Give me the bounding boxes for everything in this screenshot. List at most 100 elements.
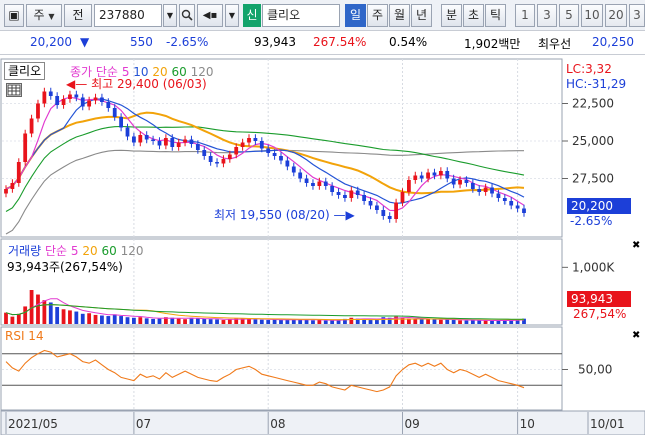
search-icon[interactable] xyxy=(179,4,195,27)
candle-body xyxy=(151,139,155,141)
window-menu-icon[interactable]: ▣ xyxy=(4,4,24,27)
volume-bar xyxy=(157,318,162,324)
volume-bar xyxy=(426,318,430,324)
prev-button[interactable]: 전 xyxy=(64,4,92,27)
stock-code-input[interactable]: 237880 xyxy=(94,4,162,27)
time-axis-label: 10/01 xyxy=(590,417,625,431)
volume-bar xyxy=(68,310,72,324)
candle-body xyxy=(509,201,514,206)
candle-body xyxy=(144,135,149,140)
period-select[interactable]: 주 ▼ xyxy=(26,4,62,27)
tab-month[interactable]: 월 xyxy=(389,4,410,27)
rsi-close-icon[interactable]: ✖ xyxy=(632,330,640,341)
price-axis-label: 27,500 xyxy=(572,172,614,186)
volume-bar xyxy=(100,315,104,324)
low-note: 최저 19,550 (08/20) xyxy=(214,208,330,222)
volume-bar xyxy=(311,320,315,324)
volume-bar xyxy=(445,319,450,324)
volume-bar xyxy=(458,320,462,324)
candle-body xyxy=(515,205,520,209)
volume-bar xyxy=(438,319,443,324)
candle-body xyxy=(317,181,322,186)
candle-body xyxy=(183,139,187,143)
tab-year[interactable]: 년 xyxy=(411,4,432,27)
volume-bar xyxy=(496,320,501,324)
price-change-pct: -2.65% xyxy=(166,35,209,49)
candle-body xyxy=(227,154,232,159)
volume-bar xyxy=(490,320,494,324)
interval-5[interactable]: 5 xyxy=(559,4,579,27)
tab-second[interactable]: 초 xyxy=(463,4,484,27)
volume-bar xyxy=(266,320,271,324)
tab-minute[interactable]: 분 xyxy=(441,4,462,27)
volume-bar xyxy=(48,302,53,324)
candle-body xyxy=(426,172,430,179)
candle-body xyxy=(202,150,207,156)
volume-bar xyxy=(247,318,251,324)
candle-body xyxy=(477,189,482,192)
candle-body xyxy=(55,96,60,105)
volume-bar xyxy=(464,320,469,324)
volume-bar xyxy=(10,316,15,324)
stock-name-box[interactable]: 클리오 xyxy=(4,62,46,80)
volume-bar xyxy=(176,318,181,324)
volume-bar xyxy=(74,311,79,324)
volume-bar xyxy=(362,319,367,324)
interval-20[interactable]: 20 xyxy=(605,4,627,27)
last-volume-pct: 267,54% xyxy=(573,307,627,321)
volume-bar xyxy=(432,319,437,324)
candle-body xyxy=(247,138,251,143)
tab-tick[interactable]: 틱 xyxy=(485,4,506,27)
candle-body xyxy=(189,139,194,144)
volume-bar xyxy=(61,309,66,324)
candle-body xyxy=(375,205,379,210)
candle-body xyxy=(323,181,328,186)
volume-bar xyxy=(451,320,456,324)
volume-bar xyxy=(144,318,149,324)
candle-body xyxy=(119,117,124,128)
interval-3[interactable]: 3 xyxy=(537,4,557,27)
volume-legend-ma: 단순 xyxy=(44,244,68,258)
volume-bar xyxy=(170,317,175,324)
candle-body xyxy=(291,166,296,173)
interval-1[interactable]: 1 xyxy=(515,4,535,27)
volume-bar xyxy=(138,317,143,324)
candle-body xyxy=(138,135,143,143)
volume-bar xyxy=(419,319,424,324)
volume-close-icon[interactable]: ✖ xyxy=(632,240,640,251)
candle-body xyxy=(36,103,40,119)
candle-body xyxy=(61,99,66,105)
stock-name-field[interactable]: 클리오 xyxy=(262,4,340,27)
low-arrow-icon: —▶ xyxy=(333,208,355,222)
volume-bar xyxy=(202,318,207,324)
hc-value: HC:-31,29 xyxy=(566,77,627,91)
tab-day[interactable]: 일 xyxy=(345,4,366,27)
candle-body xyxy=(355,190,360,195)
last-price-pct: -2.65% xyxy=(570,214,613,228)
interval-10[interactable]: 10 xyxy=(581,4,603,27)
credit-badge: 신 xyxy=(243,4,261,27)
candle-body xyxy=(10,183,15,189)
price-axis-label: 25,000 xyxy=(572,134,614,148)
sound-dropdown-icon[interactable]: ▼ xyxy=(225,4,239,27)
period-label: 주 xyxy=(33,8,45,22)
interval-30[interactable]: 3 xyxy=(629,4,645,27)
volume-bar xyxy=(119,316,124,324)
sound-icon[interactable]: ◀▪ xyxy=(197,4,223,27)
volume-legend-title: 거래량 xyxy=(8,244,42,258)
chart-area[interactable]: 27,500 25,000 22,500 1,000K 50,00 2021/05 07 08… xyxy=(0,56,645,435)
code-dropdown-icon[interactable]: ▼ xyxy=(163,4,177,27)
volume-axis-label: 1,000K xyxy=(572,260,615,274)
candle-body xyxy=(125,127,130,137)
volume-bar xyxy=(400,317,405,324)
volume-bar xyxy=(93,314,98,324)
candle-body xyxy=(451,178,456,185)
candle-body xyxy=(279,156,283,161)
candle-body xyxy=(343,195,347,198)
rsi-legend: RSI 14 xyxy=(5,329,44,343)
tab-week[interactable]: 주 xyxy=(367,4,388,27)
volume-bar xyxy=(477,320,482,324)
grid-toggle-icon[interactable] xyxy=(6,83,22,97)
volume-bar xyxy=(87,313,92,324)
volume-legend: 거래량 단순 5 20 60 120 xyxy=(8,242,143,259)
